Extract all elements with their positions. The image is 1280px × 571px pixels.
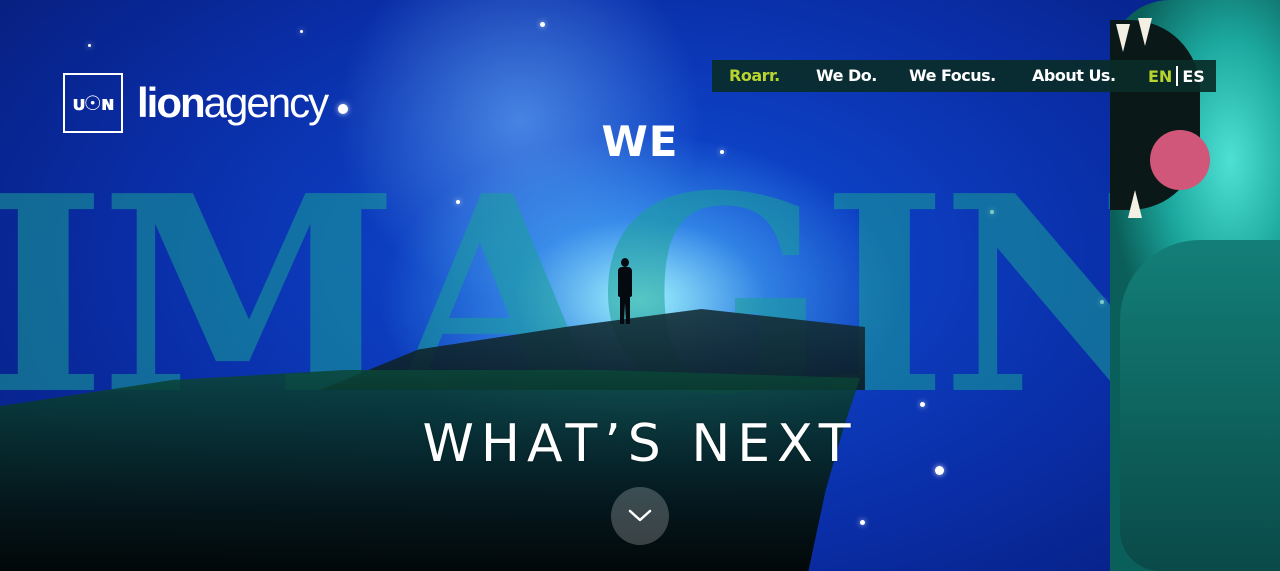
star: [88, 44, 91, 47]
hero-line-we: WE: [601, 117, 679, 166]
nav-item-about-us[interactable]: About Us.: [1032, 66, 1116, 85]
person-silhouette: [616, 258, 634, 324]
nav-item-roarr[interactable]: Roarr.: [729, 66, 780, 85]
scroll-down-button[interactable]: [611, 487, 669, 545]
lang-es[interactable]: ES: [1182, 67, 1204, 86]
nav-item-we-do[interactable]: We Do.: [816, 66, 877, 85]
lang-divider: [1176, 66, 1179, 86]
chevron-down-icon: [628, 509, 652, 522]
star: [338, 104, 348, 114]
main-nav: Roarr. We Do. We Focus. About Us. EN ES: [712, 60, 1216, 92]
hero-line-whats-next: WHAT’S NEXT: [422, 414, 858, 474]
lang-en[interactable]: EN: [1148, 67, 1172, 86]
language-switcher: EN ES: [1148, 66, 1205, 86]
logo-mark-text: ᴜ☉ɴ: [72, 91, 115, 115]
star: [540, 22, 545, 27]
star: [860, 520, 865, 525]
nav-item-we-focus[interactable]: We Focus.: [909, 66, 996, 85]
star: [300, 30, 303, 33]
